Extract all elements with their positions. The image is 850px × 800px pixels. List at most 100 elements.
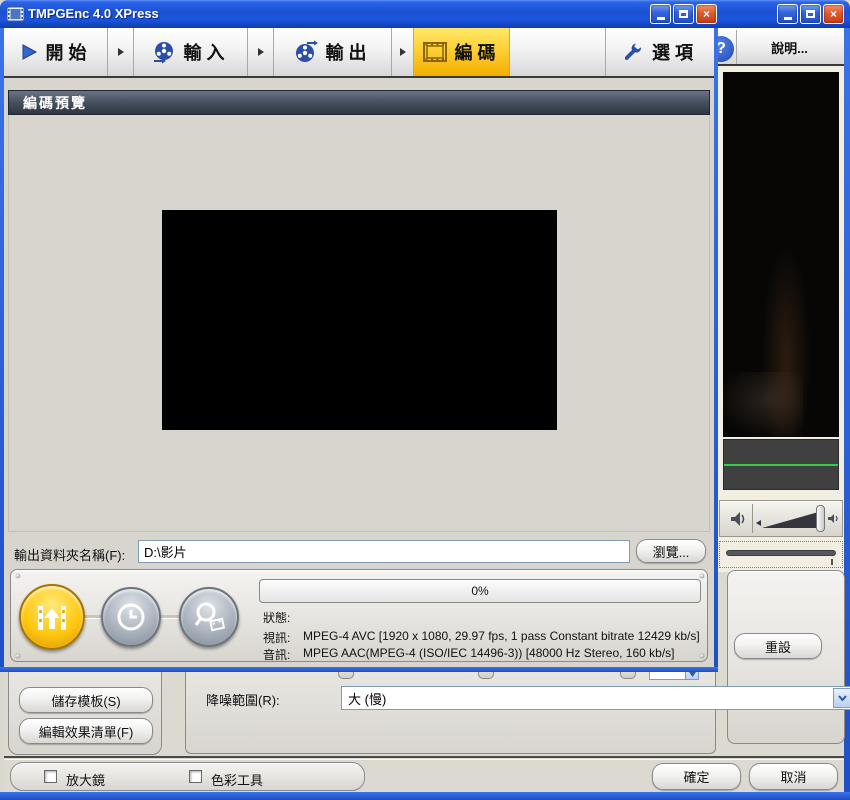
background-window-bottom-border (0, 792, 850, 800)
background-minimize-button[interactable] (777, 4, 798, 24)
film-reel-input-icon (152, 40, 176, 64)
audio-waveform-panel (723, 439, 839, 490)
noise-range-value: 大 (慢) (348, 689, 386, 708)
chevron-down-icon (838, 695, 847, 701)
triangle-right-icon (117, 47, 125, 57)
output-folder-input[interactable] (138, 540, 630, 563)
dialog-bottom-border (0, 667, 718, 672)
dropdown-arrow-button[interactable] (833, 688, 850, 708)
help-button-label: 說明... (771, 38, 808, 57)
reset-button-label: 重設 (765, 637, 791, 656)
browse-button-label: 瀏覽... (653, 542, 690, 561)
video-value: MPEG-4 AVC [1920 x 1080, 29.97 fps, 1 pa… (303, 629, 700, 643)
toolbar-input-label: 輸入 (184, 39, 230, 65)
start-encode-button[interactable] (19, 584, 85, 650)
thumbnail-person-silhouette (723, 372, 803, 437)
ok-button[interactable]: 確定 (652, 763, 741, 790)
video-thumbnail (723, 72, 839, 437)
small-speaker-icon (827, 512, 840, 525)
toolbar-start-label: 開始 (46, 39, 92, 65)
toolbar-options-button[interactable]: 選項 (606, 28, 714, 76)
dialog-maximize-button[interactable] (673, 4, 694, 24)
seek-bar-container (719, 541, 843, 568)
cancel-button-label: 取消 (780, 767, 806, 786)
clock-icon (115, 601, 147, 633)
toolbar-output-button[interactable]: 輸出 (274, 28, 392, 76)
encode-filmstrip-up-icon (35, 600, 69, 634)
encode-dialog: TMPGEnc 4.0 XPress × 開始 輸入 (0, 0, 718, 672)
dialog-right-border (714, 28, 718, 672)
maximize-icon (679, 10, 688, 18)
tool-checkbox-bar: 放大鏡 色彩工具 (10, 762, 365, 791)
toolbar-input-menu-arrow[interactable] (248, 28, 274, 76)
color-tools-checkbox[interactable] (189, 770, 202, 783)
dialog-close-button[interactable]: × (696, 4, 717, 24)
toolbar-start-menu-arrow[interactable] (108, 28, 134, 76)
film-reel-output-icon (294, 40, 318, 64)
magnifier-checkbox[interactable] (44, 770, 57, 783)
edit-effects-button[interactable]: 編輯效果清單(F) (19, 718, 153, 744)
close-icon: × (830, 7, 837, 21)
film-frame-icon (423, 42, 447, 62)
screen: × ? 說明... (0, 0, 850, 800)
play-icon (20, 43, 38, 61)
speaker-icon (728, 509, 748, 529)
color-tools-checkbox-label: 色彩工具 (211, 770, 263, 789)
video-preview (162, 210, 557, 430)
maximize-icon (806, 10, 815, 18)
browse-button[interactable]: 瀏覽... (636, 539, 706, 563)
edit-effects-label: 編輯效果清單(F) (39, 722, 134, 741)
progress-bar: 0% (259, 579, 701, 603)
screw-dot (700, 574, 704, 578)
toolbar-encode-button[interactable]: 編碼 (414, 28, 510, 76)
triangle-right-icon (257, 47, 265, 57)
toolbar-output-label: 輸出 (326, 39, 372, 65)
volume-control-row (719, 500, 843, 537)
schedule-button[interactable] (101, 587, 161, 647)
audio-value: MPEG AAC(MPEG-4 (ISO/IEC 14496-3)) [4800… (303, 646, 674, 660)
magnifier-film-icon (192, 600, 226, 634)
background-maximize-button[interactable] (800, 4, 821, 24)
triangle-right-icon (399, 47, 407, 57)
ok-button-label: 確定 (683, 767, 709, 786)
volume-slider-handle[interactable] (816, 505, 825, 532)
background-close-button[interactable]: × (823, 4, 844, 24)
wrench-icon (622, 41, 644, 63)
right-settings-groupbox: 重設 (727, 570, 845, 744)
help-button[interactable]: 說明... (736, 30, 842, 64)
output-folder-label: 輸出資料夾名稱(F): (14, 545, 125, 564)
progress-percent: 0% (260, 584, 700, 598)
status-label: 狀態: (263, 609, 290, 626)
save-template-button[interactable]: 儲存模板(S) (19, 687, 153, 713)
screw-dot (16, 654, 20, 658)
save-template-label: 儲存模板(S) (51, 691, 120, 710)
magnifier-checkbox-label: 放大鏡 (66, 770, 105, 789)
toolbar-encode-label: 編碼 (455, 39, 501, 65)
encode-preview-header: 編碼預覽 (8, 90, 710, 115)
seek-bar[interactable] (726, 550, 836, 556)
video-label: 視訊: (263, 629, 290, 646)
toolbar-options-label: 選項 (652, 39, 698, 65)
minimize-icon (657, 17, 665, 20)
app-film-icon (7, 6, 24, 22)
toolbar-start-button[interactable]: 開始 (4, 28, 108, 76)
dialog-minimize-button[interactable] (650, 4, 671, 24)
mute-speaker-button[interactable] (723, 504, 753, 533)
cancel-button[interactable]: 取消 (749, 763, 838, 790)
bottom-divider (4, 756, 844, 760)
close-icon: × (703, 7, 710, 21)
spinner-down-icon (689, 672, 696, 677)
screw-dot (16, 574, 20, 578)
waveform-green-line (724, 464, 838, 466)
encode-preview-title: 編碼預覽 (23, 93, 87, 113)
toolbar-output-menu-arrow[interactable] (392, 28, 414, 76)
screw-dot (700, 654, 704, 658)
reset-button[interactable]: 重設 (734, 633, 822, 659)
volume-slider[interactable] (756, 504, 840, 533)
noise-range-dropdown[interactable]: 大 (慢) (341, 686, 850, 710)
minimize-icon (784, 17, 792, 20)
dialog-title: TMPGEnc 4.0 XPress (28, 6, 159, 21)
toolbar-input-button[interactable]: 輸入 (134, 28, 248, 76)
audio-label: 音訊: (263, 646, 290, 663)
preview-zoom-button[interactable] (179, 587, 239, 647)
